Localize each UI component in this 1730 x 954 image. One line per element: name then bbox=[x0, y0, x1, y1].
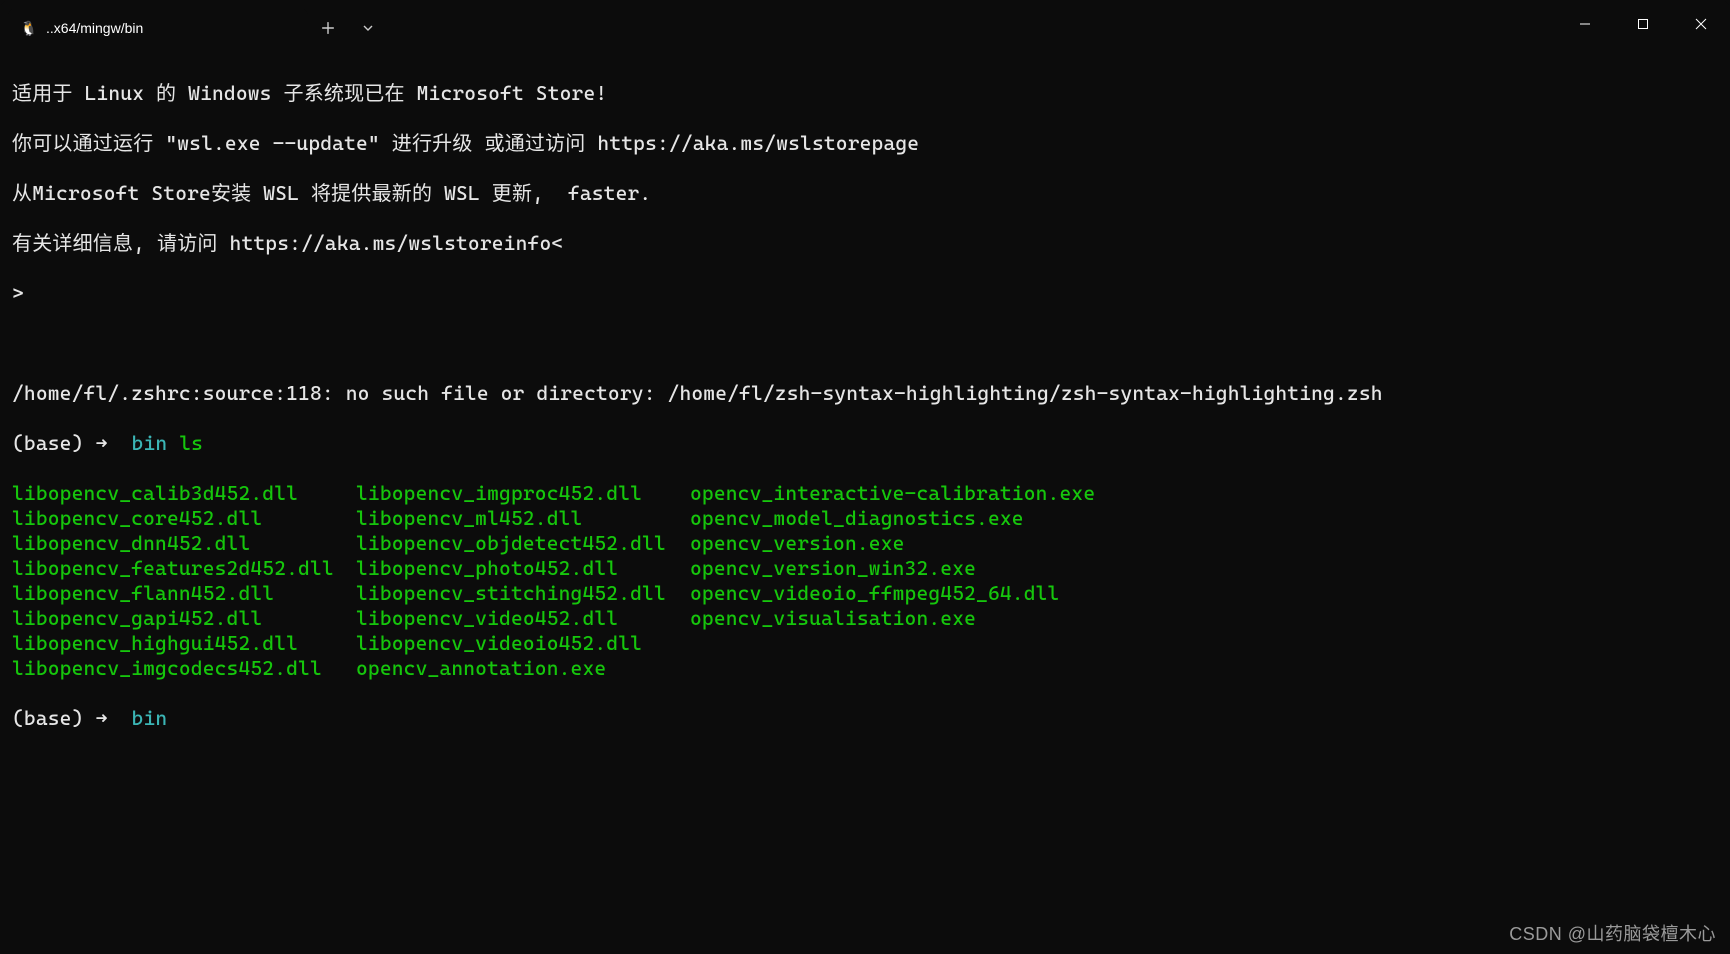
tab-dropdown-button[interactable] bbox=[348, 8, 388, 48]
file-entry: opencv_annotation.exe bbox=[356, 656, 690, 681]
file-entry: libopencv_flann452.dll bbox=[12, 581, 356, 606]
tab-strip: 🐧 ..x64/mingw/bin bbox=[0, 0, 388, 48]
titlebar: 🐧 ..x64/mingw/bin bbox=[0, 0, 1730, 48]
maximize-button[interactable] bbox=[1614, 0, 1672, 48]
new-tab-button[interactable] bbox=[308, 8, 348, 48]
file-entry: libopencv_imgcodecs452.dll bbox=[12, 656, 356, 681]
close-window-button[interactable] bbox=[1672, 0, 1730, 48]
ls-column: libopencv_calib3d452.dll libopencv_core4… bbox=[12, 481, 356, 681]
banner-line: 有关详细信息, 请访问 https://aka.ms/wslstoreinfo< bbox=[12, 231, 1718, 256]
prompt-arrow: ➜ bbox=[95, 431, 107, 455]
file-entry: opencv_interactive-calibration.exe bbox=[690, 481, 1095, 506]
blank-line bbox=[12, 331, 1718, 356]
file-entry: libopencv_dnn452.dll bbox=[12, 531, 356, 556]
banner-line: 你可以通过运行 "wsl.exe --update" 进行升级 或通过访问 ht… bbox=[12, 131, 1718, 156]
minimize-button[interactable] bbox=[1556, 0, 1614, 48]
file-entry: libopencv_core452.dll bbox=[12, 506, 356, 531]
prompt-line-current: (base) ➜ bin bbox=[12, 706, 1718, 731]
prompt-dir: bin bbox=[132, 431, 168, 455]
file-entry: opencv_model_diagnostics.exe bbox=[690, 506, 1095, 531]
ls-column: libopencv_imgproc452.dll libopencv_ml452… bbox=[356, 481, 690, 681]
close-tab-button[interactable] bbox=[276, 16, 300, 40]
banner-line: 适用于 Linux 的 Windows 子系统现已在 Microsoft Sto… bbox=[12, 81, 1718, 106]
prompt-line: (base) ➜ bin ls bbox=[12, 431, 1718, 456]
file-entry: libopencv_photo452.dll bbox=[356, 556, 690, 581]
file-entry: libopencv_stitching452.dll bbox=[356, 581, 690, 606]
file-entry: libopencv_highgui452.dll bbox=[12, 631, 356, 656]
terminal-viewport[interactable]: 适用于 Linux 的 Windows 子系统现已在 Microsoft Sto… bbox=[0, 48, 1730, 764]
ls-output: libopencv_calib3d452.dll libopencv_core4… bbox=[12, 481, 1718, 681]
file-entry: opencv_version.exe bbox=[690, 531, 1095, 556]
file-entry: libopencv_calib3d452.dll bbox=[12, 481, 356, 506]
watermark-text: CSDN @山药脑袋檀木心 bbox=[1509, 920, 1716, 946]
error-line: /home/fl/.zshrc:source:118: no such file… bbox=[12, 381, 1718, 406]
window-controls bbox=[1556, 0, 1730, 48]
titlebar-drag-area[interactable] bbox=[388, 0, 1556, 48]
prompt-cmd: ls bbox=[179, 431, 203, 455]
tab-title: ..x64/mingw/bin bbox=[46, 20, 143, 36]
file-entry: libopencv_video452.dll bbox=[356, 606, 690, 631]
file-entry: libopencv_imgproc452.dll bbox=[356, 481, 690, 506]
file-entry: opencv_visualisation.exe bbox=[690, 606, 1095, 631]
file-entry: libopencv_features2d452.dll bbox=[12, 556, 356, 581]
file-entry: opencv_videoio_ffmpeg452_64.dll bbox=[690, 581, 1095, 606]
banner-line: 从Microsoft Store安装 WSL 将提供最新的 WSL 更新, fa… bbox=[12, 181, 1718, 206]
prompt-env: (base) bbox=[12, 706, 84, 730]
ls-column: opencv_interactive-calibration.exe openc… bbox=[690, 481, 1095, 681]
file-entry: libopencv_ml452.dll bbox=[356, 506, 690, 531]
file-entry: libopencv_objdetect452.dll bbox=[356, 531, 690, 556]
banner-line: > bbox=[12, 281, 1718, 306]
file-entry: libopencv_videoio452.dll bbox=[356, 631, 690, 656]
tab-active[interactable]: 🐧 ..x64/mingw/bin bbox=[8, 8, 308, 48]
prompt-env: (base) bbox=[12, 431, 84, 455]
file-entry: libopencv_gapi452.dll bbox=[12, 606, 356, 631]
file-entry: opencv_version_win32.exe bbox=[690, 556, 1095, 581]
penguin-icon: 🐧 bbox=[20, 19, 38, 37]
prompt-arrow: ➜ bbox=[95, 706, 107, 730]
prompt-dir: bin bbox=[132, 706, 168, 730]
